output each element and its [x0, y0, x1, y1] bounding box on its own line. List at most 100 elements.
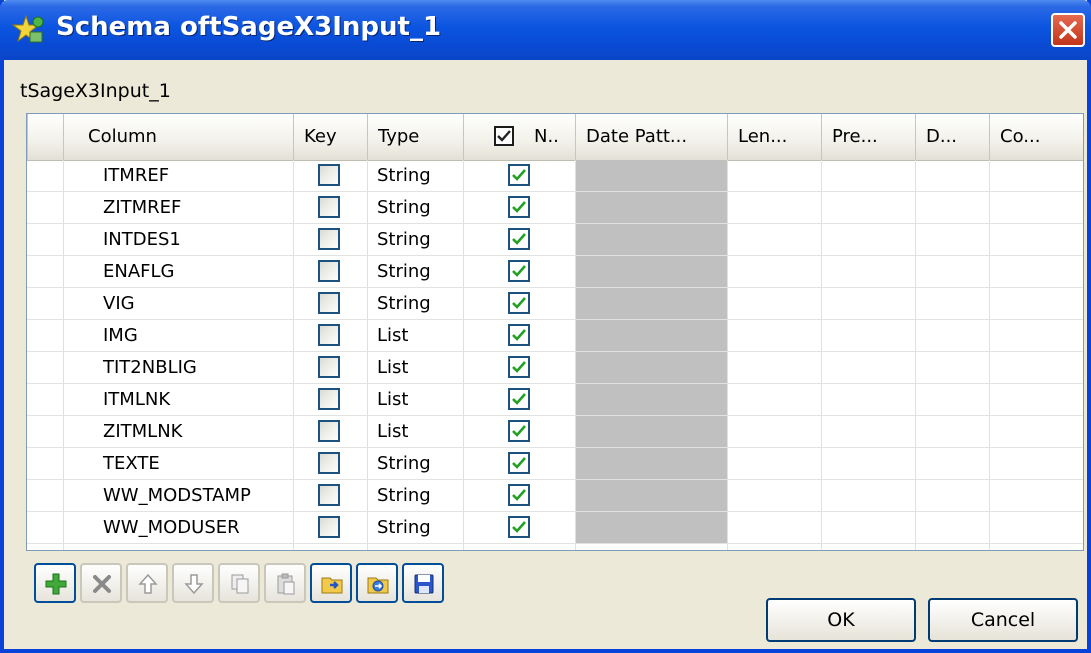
- column-name-cell[interactable]: TIT2NBLIG: [103, 352, 197, 383]
- table-row[interactable]: ITMLNK List: [27, 384, 1083, 416]
- type-cell[interactable]: String: [377, 224, 431, 255]
- column-name-cell[interactable]: WW_MODSTAMP: [103, 480, 251, 511]
- type-cell[interactable]: String: [377, 160, 431, 191]
- column-name-cell[interactable]: TEXTE: [103, 448, 160, 479]
- key-checkbox[interactable]: [318, 420, 340, 442]
- key-checkbox[interactable]: [318, 260, 340, 282]
- column-name-cell[interactable]: IMG: [103, 320, 138, 351]
- green-check-icon: [512, 329, 526, 341]
- nullable-checkbox[interactable]: [508, 516, 530, 538]
- header-type[interactable]: Type: [367, 114, 463, 160]
- nullable-checkbox[interactable]: [508, 228, 530, 250]
- header-length[interactable]: Len...: [727, 114, 821, 160]
- type-cell[interactable]: String: [377, 512, 431, 543]
- table-row[interactable]: ENAFLG String: [27, 256, 1083, 288]
- type-cell[interactable]: List: [377, 320, 408, 351]
- paste-button[interactable]: [264, 563, 306, 603]
- table-row[interactable]: TEXTE String: [27, 448, 1083, 480]
- nullable-checkbox[interactable]: [508, 420, 530, 442]
- nullable-checkbox[interactable]: [508, 196, 530, 218]
- nullable-checkbox[interactable]: [508, 260, 530, 282]
- type-cell[interactable]: List: [377, 384, 408, 415]
- ok-button[interactable]: OK: [766, 598, 916, 642]
- nullable-checkbox[interactable]: [508, 356, 530, 378]
- header-key[interactable]: Key: [293, 114, 367, 160]
- key-checkbox[interactable]: [318, 516, 340, 538]
- move-up-button[interactable]: [126, 563, 168, 603]
- column-name-cell[interactable]: ITMLNK: [103, 384, 170, 415]
- column-name-cell[interactable]: INTDES1: [103, 224, 181, 255]
- header-row-selector[interactable]: [27, 114, 63, 160]
- table-row[interactable]: ZITMREF String: [27, 192, 1083, 224]
- remove-row-button[interactable]: [80, 563, 122, 603]
- window-title: Schema oftSageX3Input_1: [56, 12, 442, 42]
- nullable-checkbox[interactable]: [508, 164, 530, 186]
- table-row[interactable]: ZITMLNK List: [27, 416, 1083, 448]
- column-name-cell[interactable]: VIG: [103, 288, 135, 319]
- column-name-cell[interactable]: WW_MODUSER: [103, 512, 240, 543]
- import-schema-button[interactable]: [310, 563, 352, 603]
- table-row[interactable]: TIT2NBLIG List: [27, 352, 1083, 384]
- type-cell[interactable]: String: [377, 480, 431, 511]
- column-name-cell[interactable]: ITMREF: [103, 160, 169, 191]
- type-cell[interactable]: List: [377, 352, 408, 383]
- column-name-cell[interactable]: ZITMREF: [103, 192, 181, 223]
- check-icon: [497, 130, 511, 142]
- green-check-icon: [512, 201, 526, 213]
- title-bar[interactable]: Schema oftSageX3Input_1: [0, 0, 1091, 60]
- table-header: Column Key Type N.. Date Patt... Len... …: [27, 114, 1083, 161]
- nullable-checkbox[interactable]: [508, 388, 530, 410]
- green-check-icon: [512, 361, 526, 373]
- nullable-checkbox[interactable]: [508, 484, 530, 506]
- table-row[interactable]: INTDES1 String: [27, 224, 1083, 256]
- type-cell[interactable]: String: [377, 256, 431, 287]
- component-name-label: tSageX3Input_1: [20, 80, 171, 102]
- add-row-button[interactable]: [34, 563, 76, 603]
- table-row[interactable]: ITMREF String: [27, 160, 1083, 192]
- table-row[interactable]: IMG List: [27, 320, 1083, 352]
- key-checkbox[interactable]: [318, 452, 340, 474]
- header-nullable[interactable]: N..: [463, 114, 575, 160]
- key-checkbox[interactable]: [318, 292, 340, 314]
- move-down-button[interactable]: [172, 563, 214, 603]
- header-default[interactable]: D...: [915, 114, 989, 160]
- copy-button[interactable]: [218, 563, 260, 603]
- header-date-pattern[interactable]: Date Patt...: [575, 114, 727, 160]
- cancel-button[interactable]: Cancel: [928, 598, 1078, 642]
- nullable-checkbox[interactable]: [508, 324, 530, 346]
- key-checkbox[interactable]: [318, 484, 340, 506]
- paste-icon: [277, 573, 295, 595]
- green-check-icon: [512, 297, 526, 309]
- green-check-icon: [512, 457, 526, 469]
- schema-star-icon: [12, 14, 44, 43]
- header-nullable-checkbox[interactable]: [494, 126, 514, 146]
- green-check-icon: [512, 521, 526, 533]
- column-name-cell[interactable]: ZITMLNK: [103, 416, 182, 447]
- save-schema-button[interactable]: [402, 563, 444, 603]
- nullable-checkbox[interactable]: [508, 292, 530, 314]
- header-precision[interactable]: Pre...: [821, 114, 915, 160]
- key-checkbox[interactable]: [318, 388, 340, 410]
- table-row[interactable]: VIG String: [27, 288, 1083, 320]
- key-checkbox[interactable]: [318, 196, 340, 218]
- key-checkbox[interactable]: [318, 164, 340, 186]
- key-checkbox[interactable]: [318, 324, 340, 346]
- key-checkbox[interactable]: [318, 228, 340, 250]
- table-row[interactable]: WW_MODSTAMP String: [27, 480, 1083, 512]
- close-button[interactable]: [1051, 13, 1085, 47]
- type-cell[interactable]: List: [377, 416, 408, 447]
- header-comment[interactable]: Co...: [989, 114, 1083, 160]
- type-cell[interactable]: String: [377, 192, 431, 223]
- green-check-icon: [512, 233, 526, 245]
- key-checkbox[interactable]: [318, 356, 340, 378]
- type-cell[interactable]: String: [377, 448, 431, 479]
- column-name-cell[interactable]: ENAFLG: [103, 256, 174, 287]
- type-cell[interactable]: String: [377, 288, 431, 319]
- folder-export-icon: [367, 577, 389, 594]
- nullable-checkbox[interactable]: [508, 452, 530, 474]
- schema-table[interactable]: Column Key Type N.. Date Patt... Len... …: [26, 113, 1084, 551]
- header-column[interactable]: Column: [63, 114, 293, 160]
- green-check-icon: [512, 169, 526, 181]
- export-schema-button[interactable]: [356, 563, 398, 603]
- table-row[interactable]: WW_MODUSER String: [27, 512, 1083, 544]
